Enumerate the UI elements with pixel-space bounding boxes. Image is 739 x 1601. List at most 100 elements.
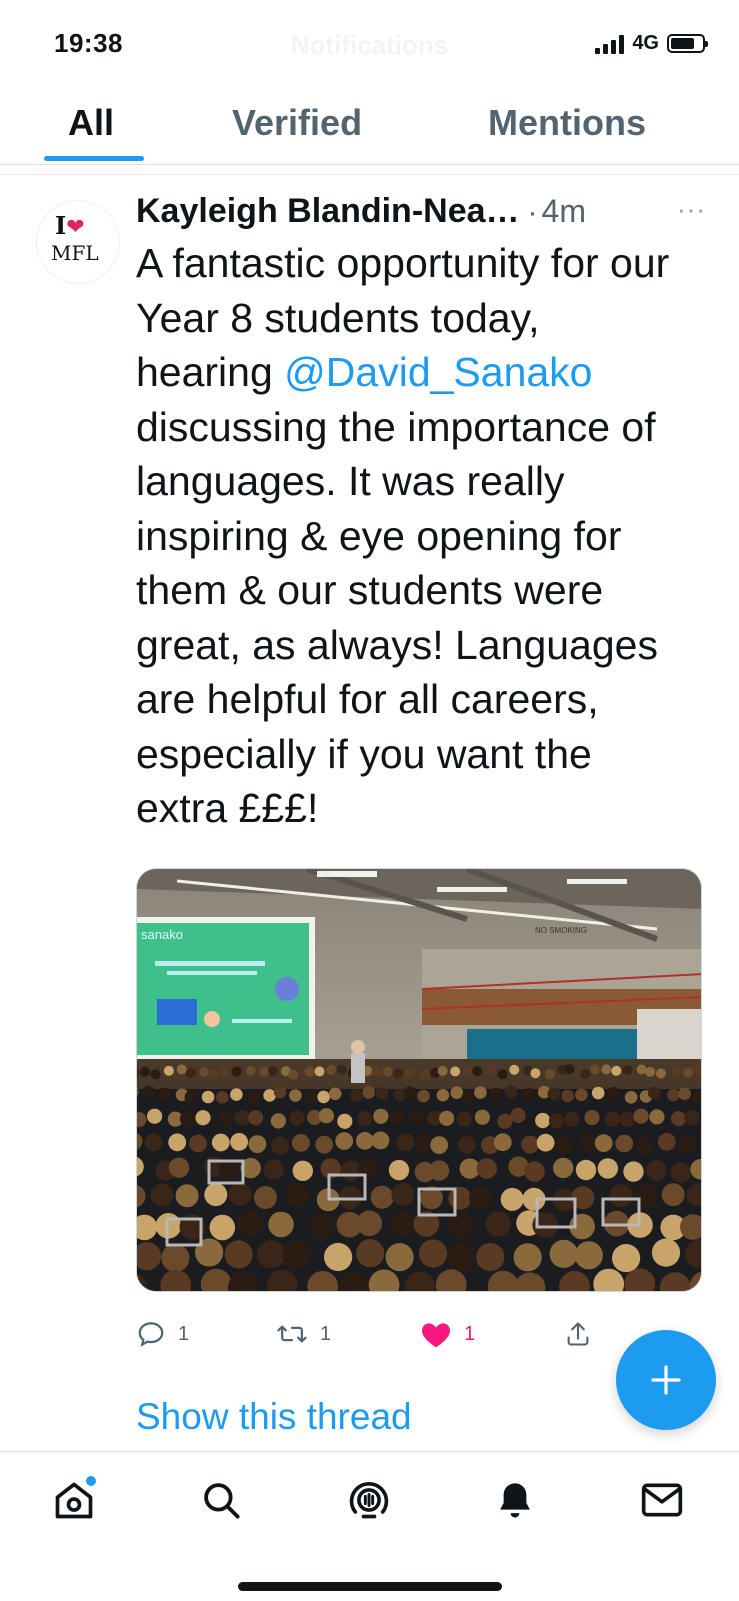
- audience-head: [163, 1065, 174, 1076]
- audience-head: [580, 1069, 591, 1080]
- audience-head: [609, 1184, 633, 1208]
- audience-head: [291, 1134, 310, 1152]
- audience-head: [237, 1211, 263, 1237]
- audience-head: [396, 1133, 415, 1152]
- audience-head: [469, 1186, 492, 1210]
- nav-search[interactable]: [193, 1474, 249, 1526]
- spaces-icon: [349, 1482, 389, 1519]
- audience-head: [579, 1133, 598, 1152]
- nav-messages[interactable]: [634, 1474, 690, 1526]
- audience-head: [645, 1066, 656, 1077]
- audience-head: [270, 1113, 286, 1129]
- audience-head: [671, 1066, 682, 1076]
- audience-head: [486, 1064, 496, 1075]
- audience-head: [314, 1066, 325, 1077]
- audience-head: [476, 1243, 505, 1272]
- share-icon: [567, 1322, 589, 1346]
- audience-head: [385, 1243, 414, 1272]
- audience-head: [597, 1158, 618, 1179]
- audience-head: [612, 1244, 641, 1273]
- audience-head: [548, 1113, 565, 1129]
- audience-head: [195, 1110, 211, 1126]
- audience-head: [544, 1069, 555, 1080]
- audience-head: [391, 1182, 415, 1206]
- audience-head: [282, 1240, 311, 1269]
- audience-head: [335, 1132, 354, 1150]
- home-indicator[interactable]: [238, 1582, 502, 1591]
- bell-icon: [500, 1483, 530, 1518]
- audience-head: [661, 1183, 685, 1207]
- audience-head: [161, 1243, 190, 1273]
- tweet-media[interactable]: sanako NO SMOKING: [136, 868, 702, 1292]
- tab-all[interactable]: All: [68, 102, 114, 144]
- audience-head: [268, 1066, 279, 1076]
- audience-head: [604, 1111, 620, 1127]
- tweet-text-part: discussing the importance of languages. …: [136, 403, 658, 832]
- compose-button[interactable]: [616, 1330, 716, 1430]
- bottom-nav: [0, 1451, 739, 1601]
- reply-button[interactable]: 1: [136, 1314, 189, 1354]
- tweet-time[interactable]: 4m: [542, 193, 586, 229]
- signal-icon: [595, 34, 625, 54]
- audience-head: [437, 1065, 448, 1076]
- audience-head: [247, 1090, 260, 1104]
- audience-head: [350, 1089, 363, 1102]
- nav-notifications[interactable]: [487, 1474, 543, 1526]
- audience-head: [439, 1110, 455, 1126]
- audience-head: [591, 1086, 605, 1100]
- audience-head: [382, 1066, 393, 1077]
- audience-head: [356, 1131, 374, 1150]
- nav-home[interactable]: [46, 1474, 102, 1526]
- audience-head: [150, 1183, 174, 1207]
- avatar[interactable]: I❤ MFL: [36, 200, 120, 284]
- audience-head: [420, 1069, 431, 1080]
- like-button[interactable]: 1: [420, 1314, 475, 1354]
- audience-head: [589, 1064, 600, 1075]
- audience-head: [575, 1159, 597, 1181]
- audience-head: [584, 1110, 600, 1126]
- mention-link[interactable]: @David_Sanako: [284, 349, 592, 395]
- audience-head: [493, 1133, 512, 1152]
- audience-head: [356, 1210, 383, 1237]
- audience-head: [289, 1089, 302, 1102]
- audience-head: [390, 1211, 416, 1237]
- audience-head: [139, 1066, 150, 1077]
- audience-head: [392, 1068, 403, 1079]
- audience-head: [678, 1087, 691, 1100]
- audience-head: [219, 1066, 230, 1077]
- share-button[interactable]: [564, 1314, 592, 1354]
- audience-head: [248, 1135, 267, 1153]
- tab-verified[interactable]: Verified: [232, 102, 362, 144]
- audience-head: [289, 1110, 305, 1126]
- retweet-button[interactable]: 1: [276, 1314, 331, 1354]
- audience-head: [245, 1065, 256, 1076]
- tab-mentions[interactable]: Mentions: [488, 102, 646, 144]
- audience-head: [224, 1240, 253, 1269]
- network-label: 4G: [632, 32, 659, 54]
- audience-head: [510, 1107, 526, 1123]
- audience-head: [430, 1136, 449, 1154]
- author-name[interactable]: Kayleigh Blandin-Nea…: [136, 192, 520, 230]
- more-options-icon[interactable]: ···: [677, 194, 706, 225]
- audience-head: [176, 1064, 187, 1075]
- audience-head: [228, 1182, 252, 1206]
- nav-spaces[interactable]: [341, 1474, 397, 1526]
- audience-head: [340, 1160, 362, 1181]
- show-thread-link[interactable]: Show this thread: [136, 1396, 412, 1438]
- audience-head: [404, 1068, 415, 1079]
- audience-head: [456, 1111, 472, 1127]
- audience-head: [263, 1159, 284, 1180]
- audience-head: [622, 1065, 633, 1075]
- audience-head: [168, 1133, 187, 1152]
- audience-head: [175, 1184, 199, 1208]
- audience-head: [403, 1086, 417, 1099]
- audience-head: [636, 1064, 647, 1075]
- audience-head: [144, 1133, 163, 1152]
- avatar-text-bottom: MFL: [51, 241, 99, 265]
- audience-head: [150, 1069, 161, 1080]
- audience-head: [684, 1109, 700, 1126]
- audience-head: [619, 1112, 635, 1128]
- audience-head: [230, 1088, 243, 1101]
- audience-head: [318, 1108, 334, 1124]
- audience-head: [389, 1109, 405, 1125]
